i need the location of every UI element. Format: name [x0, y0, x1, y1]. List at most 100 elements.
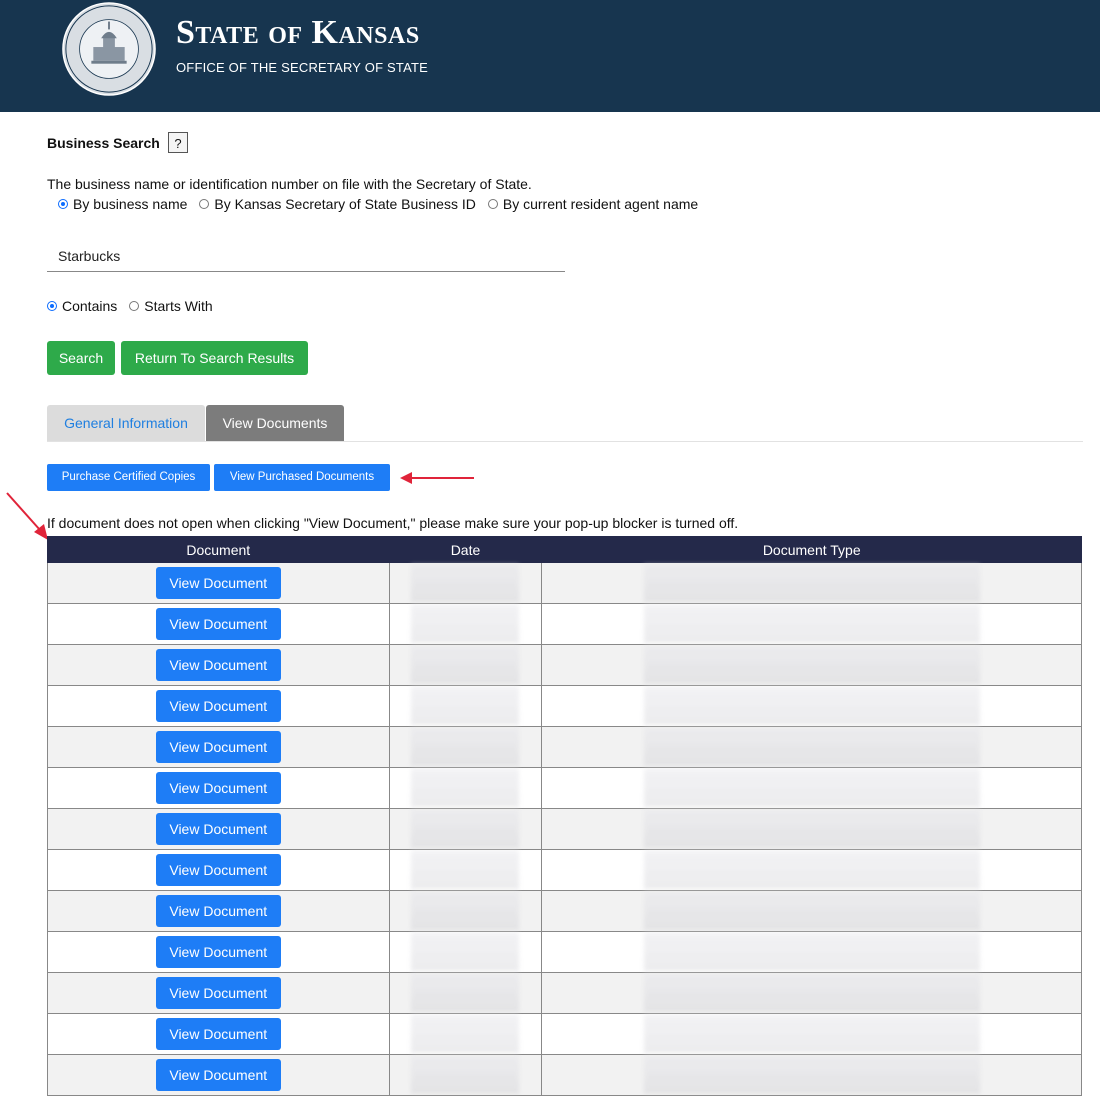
document-type-cell — [541, 890, 1082, 932]
radio-starts-with[interactable]: Starts With — [129, 298, 213, 314]
help-button[interactable]: ? — [168, 132, 188, 153]
redacted-document-type — [643, 728, 980, 766]
radio-button[interactable] — [58, 199, 68, 209]
view-document-button[interactable]: View Document — [155, 567, 281, 599]
radio-by-business-id[interactable]: By Kansas Secretary of State Business ID — [199, 196, 476, 212]
view-document-button[interactable]: View Document — [155, 936, 281, 968]
document-type-cell — [541, 931, 1082, 973]
redacted-date — [411, 646, 520, 684]
redacted-document-type — [643, 1015, 980, 1053]
document-type-cell — [541, 562, 1082, 604]
site-subtitle: OFFICE OF THE SECRETARY OF STATE — [176, 60, 428, 75]
document-type-cell — [541, 603, 1082, 645]
popup-blocker-notice: If document does not open when clicking … — [47, 515, 739, 531]
view-document-button[interactable]: View Document — [155, 1018, 281, 1050]
radio-by-resident-agent[interactable]: By current resident agent name — [487, 196, 698, 212]
view-document-button[interactable]: View Document — [155, 854, 281, 886]
tab-view-documents[interactable]: View Documents — [206, 405, 344, 441]
redacted-document-type — [643, 687, 980, 725]
column-header-document-type: Document Type — [541, 536, 1082, 563]
kansas-seal-icon — [62, 2, 156, 96]
document-type-cell — [541, 644, 1082, 686]
view-document-button[interactable]: View Document — [155, 690, 281, 722]
table-row: View Document — [47, 1054, 1082, 1096]
radio-button[interactable] — [487, 199, 498, 209]
radio-button[interactable] — [47, 301, 57, 311]
table-row: View Document — [47, 890, 1082, 932]
date-cell — [388, 767, 543, 809]
document-cell: View Document — [47, 767, 390, 809]
view-document-button[interactable]: View Document — [155, 731, 281, 763]
redacted-date — [411, 892, 520, 930]
table-row: View Document — [47, 603, 1082, 645]
document-type-cell — [541, 972, 1082, 1014]
view-document-button[interactable]: View Document — [155, 1059, 281, 1091]
redacted-date — [411, 769, 520, 807]
redacted-document-type — [643, 933, 980, 971]
document-cell: View Document — [47, 685, 390, 727]
redacted-document-type — [643, 810, 980, 848]
redacted-document-type — [643, 892, 980, 930]
tab-general-information[interactable]: General Information — [47, 405, 205, 441]
redacted-date — [411, 933, 520, 971]
document-cell: View Document — [47, 603, 390, 645]
document-type-cell — [541, 685, 1082, 727]
date-cell — [388, 685, 543, 727]
redacted-date — [411, 728, 520, 766]
column-header-document: Document — [47, 536, 390, 563]
radio-button[interactable] — [199, 199, 210, 209]
view-document-button[interactable]: View Document — [155, 608, 281, 640]
red-arrow-icon — [6, 492, 48, 540]
date-cell — [388, 931, 543, 973]
date-cell — [388, 1013, 543, 1055]
search-mode-options: By business name By Kansas Secretary of … — [58, 196, 710, 212]
document-type-cell — [541, 849, 1082, 891]
date-cell — [388, 972, 543, 1014]
red-arrow-icon — [400, 472, 474, 484]
view-document-button[interactable]: View Document — [155, 895, 281, 927]
date-cell — [388, 644, 543, 686]
table-row: View Document — [47, 726, 1082, 768]
document-cell: View Document — [47, 972, 390, 1014]
view-document-button[interactable]: View Document — [155, 977, 281, 1009]
redacted-date — [411, 564, 520, 602]
table-row: View Document — [47, 972, 1082, 1014]
view-document-button[interactable]: View Document — [155, 649, 281, 681]
document-cell: View Document — [47, 931, 390, 973]
redacted-document-type — [643, 564, 980, 602]
redacted-document-type — [643, 851, 980, 889]
view-purchased-documents-button[interactable]: View Purchased Documents — [214, 464, 390, 491]
site-title: State of Kansas — [176, 14, 420, 51]
redacted-document-type — [643, 605, 980, 643]
purchase-certified-copies-button[interactable]: Purchase Certified Copies — [47, 464, 210, 491]
date-cell — [388, 1054, 543, 1096]
return-to-results-button[interactable]: Return To Search Results — [121, 341, 308, 375]
match-options: Contains Starts With — [47, 298, 225, 314]
date-cell — [388, 726, 543, 768]
column-header-date: Date — [388, 536, 543, 563]
business-search-input[interactable]: Starbucks — [47, 240, 565, 272]
redacted-date — [411, 1015, 520, 1053]
date-cell — [388, 808, 543, 850]
view-document-button[interactable]: View Document — [155, 813, 281, 845]
date-cell — [388, 562, 543, 604]
table-row: View Document — [47, 644, 1082, 686]
document-cell: View Document — [47, 849, 390, 891]
view-document-button[interactable]: View Document — [155, 772, 281, 804]
date-cell — [388, 603, 543, 645]
document-cell: View Document — [47, 1054, 390, 1096]
redacted-date — [411, 687, 520, 725]
table-row: View Document — [47, 849, 1082, 891]
document-type-cell — [541, 808, 1082, 850]
radio-contains[interactable]: Contains — [47, 298, 117, 314]
redacted-date — [411, 605, 520, 643]
search-button[interactable]: Search — [47, 341, 115, 375]
radio-by-business-name[interactable]: By business name — [58, 196, 187, 212]
redacted-document-type — [643, 974, 980, 1012]
redacted-date — [411, 851, 520, 889]
table-row: View Document — [47, 808, 1082, 850]
table-row: View Document — [47, 767, 1082, 809]
document-cell: View Document — [47, 808, 390, 850]
business-search-label: Business Search — [47, 135, 160, 151]
radio-button[interactable] — [129, 301, 140, 311]
